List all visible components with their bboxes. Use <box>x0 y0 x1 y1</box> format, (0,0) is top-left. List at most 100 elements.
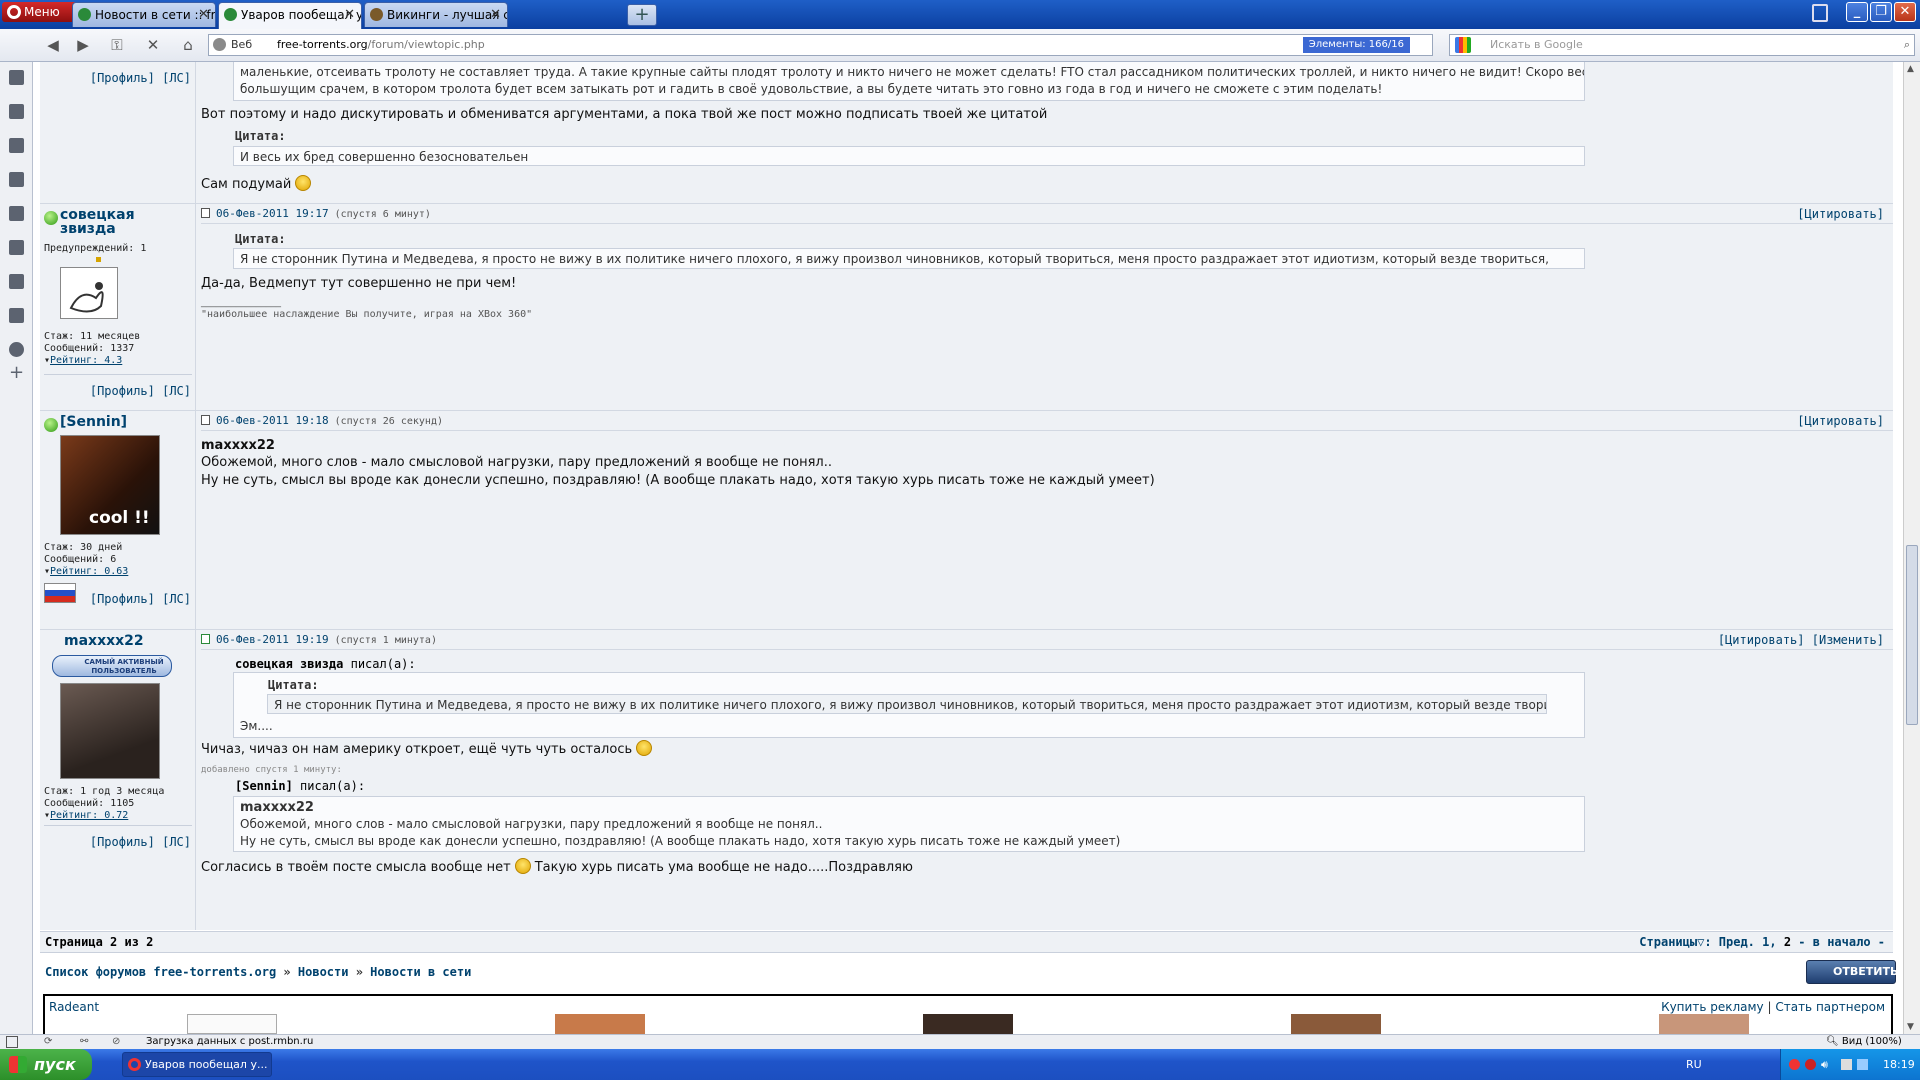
ad-links: Купить рекламу | Стать партнером <box>1661 1000 1885 1014</box>
page-1-link[interactable]: 1, <box>1762 935 1776 949</box>
profile-links[interactable]: [Профиль] [ЛС] <box>90 835 191 849</box>
home-icon[interactable]: ⌂ <box>175 34 201 56</box>
party-smiley-icon <box>514 858 531 874</box>
post-maxxxx22: maxxxx22 САМЫЙ АКТИВНЫЙ ПОЛЬЗОВАТЕЛЬ Ста… <box>40 629 1893 930</box>
trash-icon[interactable] <box>1812 4 1828 22</box>
edit-button[interactable]: [Изменить] <box>1812 633 1884 647</box>
to-start-link[interactable]: - в начало - <box>1798 935 1885 949</box>
widgets-icon[interactable] <box>9 206 24 221</box>
quote-button[interactable]: [Цитировать] <box>1797 204 1884 224</box>
messages: Сообщений: 1105 <box>44 798 135 809</box>
prev-link[interactable]: Пред. <box>1719 935 1755 949</box>
breadcrumb-news-online[interactable]: Новости в сети <box>370 965 471 979</box>
opera-menu-button[interactable]: Меню <box>2 2 78 22</box>
tray-icon[interactable] <box>1789 1059 1800 1070</box>
ad-image[interactable] <box>1291 1014 1381 1034</box>
scroll-up-icon[interactable]: ▲ <box>1907 64 1914 74</box>
ad-image[interactable] <box>1659 1014 1749 1034</box>
new-tab-button[interactable]: + <box>627 4 657 26</box>
post-author-column: совецкая звизда Предупреждений: 1 Стаж: … <box>40 204 196 410</box>
tab-news[interactable]: Новости в сети :: free-t...✕ <box>72 2 216 27</box>
tab-close-icon[interactable]: ✕ <box>198 3 209 27</box>
status-text: Загрузка данных с post.rmbn.ru <box>146 1036 314 1047</box>
search-field[interactable]: Искать в Google ⌕ <box>1449 34 1915 56</box>
reply-button[interactable]: ОТВЕТИТЬ <box>1806 960 1898 984</box>
tab-uvarov[interactable]: Уваров пообещал устр...✕ <box>218 2 362 29</box>
volume-icon[interactable]: 🔊︎ <box>1821 1049 1828 1080</box>
breadcrumb: Список форумов free-torrents.org » Новос… <box>45 965 472 979</box>
forward-icon[interactable]: ▶ <box>70 34 96 56</box>
zoom-level[interactable]: 🔍︎ Вид (100%) <box>1826 1035 1902 1049</box>
ad-strip: Radeant Купить рекламу | Стать партнером <box>43 994 1893 1034</box>
minimize-button[interactable]: _ <box>1846 2 1868 22</box>
ad-brand[interactable]: Radeant <box>49 1000 99 1014</box>
links-icon[interactable] <box>9 240 24 255</box>
search-icon[interactable]: ⌕ <box>1904 35 1910 55</box>
tab-close-icon[interactable]: ✕ <box>344 3 355 27</box>
address-host: free-torrents.org <box>277 38 368 51</box>
add-panel-icon[interactable]: + <box>9 362 24 383</box>
reload-icon[interactable]: ⟳ <box>44 1035 52 1049</box>
post-text: Да-да, Ведмепут тут совершенно не при че… <box>201 276 517 291</box>
profile-links[interactable]: [Профиль] [ЛС] <box>90 384 191 398</box>
pagination: Страницы▽: Пред. 1, 2 - в начало - <box>1639 935 1885 949</box>
ad-image[interactable] <box>555 1014 645 1034</box>
turbo-icon[interactable]: ⚯ <box>80 1035 88 1049</box>
author-name[interactable]: [Sennin] <box>60 415 127 429</box>
author-name[interactable]: совецкая звизда <box>60 208 180 236</box>
key-icon[interactable]: ⚿ <box>104 34 130 56</box>
page-status: Страница 2 из 2 <box>45 935 154 949</box>
breadcrumb-news[interactable]: Новости <box>298 965 349 979</box>
restore-button[interactable]: ❐ <box>1870 2 1892 22</box>
post-header: 06-Фев-2011 19:18 (спустя 26 секунд) [Цит… <box>201 411 1893 431</box>
rating[interactable]: ▾Рейтинг: 0.72 <box>44 810 128 822</box>
bookmarks-icon[interactable] <box>9 70 24 85</box>
scroll-down-icon[interactable]: ▼ <box>1907 1022 1914 1032</box>
language-indicator[interactable]: RU <box>1686 1049 1702 1080</box>
close-window-button[interactable]: ✕ <box>1894 2 1916 22</box>
quote-button[interactable]: [Цитировать] <box>1797 411 1884 431</box>
vikings-favicon-icon <box>370 8 383 21</box>
profile-links[interactable]: [Профиль] [ЛС] <box>90 71 191 85</box>
quote-button[interactable]: [Цитировать] <box>1718 633 1805 647</box>
notes-icon[interactable] <box>9 138 24 153</box>
status-bar: ⟳ ⚯ ⊘ Загрузка данных с post.rmbn.ru 🔍︎ … <box>0 1034 1920 1049</box>
taskbar-app-opera[interactable]: Уваров пообещал у... <box>122 1052 272 1077</box>
post-author-column: [Профиль] [ЛС] <box>40 62 196 203</box>
opera-logo-icon <box>7 5 21 19</box>
downloads-icon[interactable] <box>9 308 24 323</box>
tab-vikings[interactable]: Викинги - лучшая соци...✕ <box>364 2 508 27</box>
opera-icon <box>128 1058 141 1071</box>
antivirus-icon[interactable] <box>1805 1059 1816 1070</box>
post-body: маленькие, отсеивать тролоту не составля… <box>197 62 1893 203</box>
contacts-icon[interactable] <box>9 172 24 187</box>
panels-icon[interactable] <box>9 274 24 289</box>
network-icon[interactable] <box>1841 1059 1852 1070</box>
tab-close-icon[interactable]: ✕ <box>490 3 501 27</box>
post-body: 06-Фев-2011 19:17 (спустя 6 минут) [Цитир… <box>197 204 1893 410</box>
rating[interactable]: ▾Рейтинг: 4.3 <box>44 355 122 367</box>
stop-icon[interactable]: ✕ <box>140 34 166 56</box>
google-icon[interactable] <box>1455 37 1471 53</box>
pages-label[interactable]: Страницы <box>1639 935 1697 949</box>
tray-app-icon[interactable] <box>1857 1059 1868 1070</box>
mail-icon[interactable] <box>9 104 24 119</box>
profile-links[interactable]: [Профиль] [ЛС] <box>90 592 191 606</box>
panel-toggle-icon[interactable] <box>6 1036 18 1048</box>
buy-ad-link[interactable]: Купить рекламу <box>1661 1000 1764 1014</box>
address-field[interactable]: Веб free-torrents.org/forum/viewtopic.ph… <box>208 34 1433 56</box>
partner-link[interactable]: Стать партнером <box>1775 1000 1885 1014</box>
author-name[interactable]: maxxxx22 <box>64 634 144 648</box>
block-icon[interactable]: ⊘ <box>112 1035 120 1049</box>
rating[interactable]: ▾Рейтинг: 0.63 <box>44 566 128 578</box>
quote-box: И весь их бред совершенно безоснователье… <box>233 146 1585 166</box>
ad-image[interactable] <box>923 1014 1013 1034</box>
navigation-bar: ◀ ▶ ⚿ ✕ ⌂ Веб free-torrents.org/forum/vi… <box>0 29 1920 62</box>
ad-image[interactable] <box>187 1014 277 1034</box>
history-icon[interactable] <box>9 342 24 357</box>
elements-counter[interactable]: Элементы: 166/16 <box>1302 37 1410 53</box>
start-button[interactable]: пуск <box>0 1049 92 1080</box>
back-icon[interactable]: ◀ <box>40 34 66 56</box>
scrollbar-thumb[interactable] <box>1906 545 1918 725</box>
breadcrumb-forums[interactable]: Список форумов free-torrents.org <box>45 965 276 979</box>
